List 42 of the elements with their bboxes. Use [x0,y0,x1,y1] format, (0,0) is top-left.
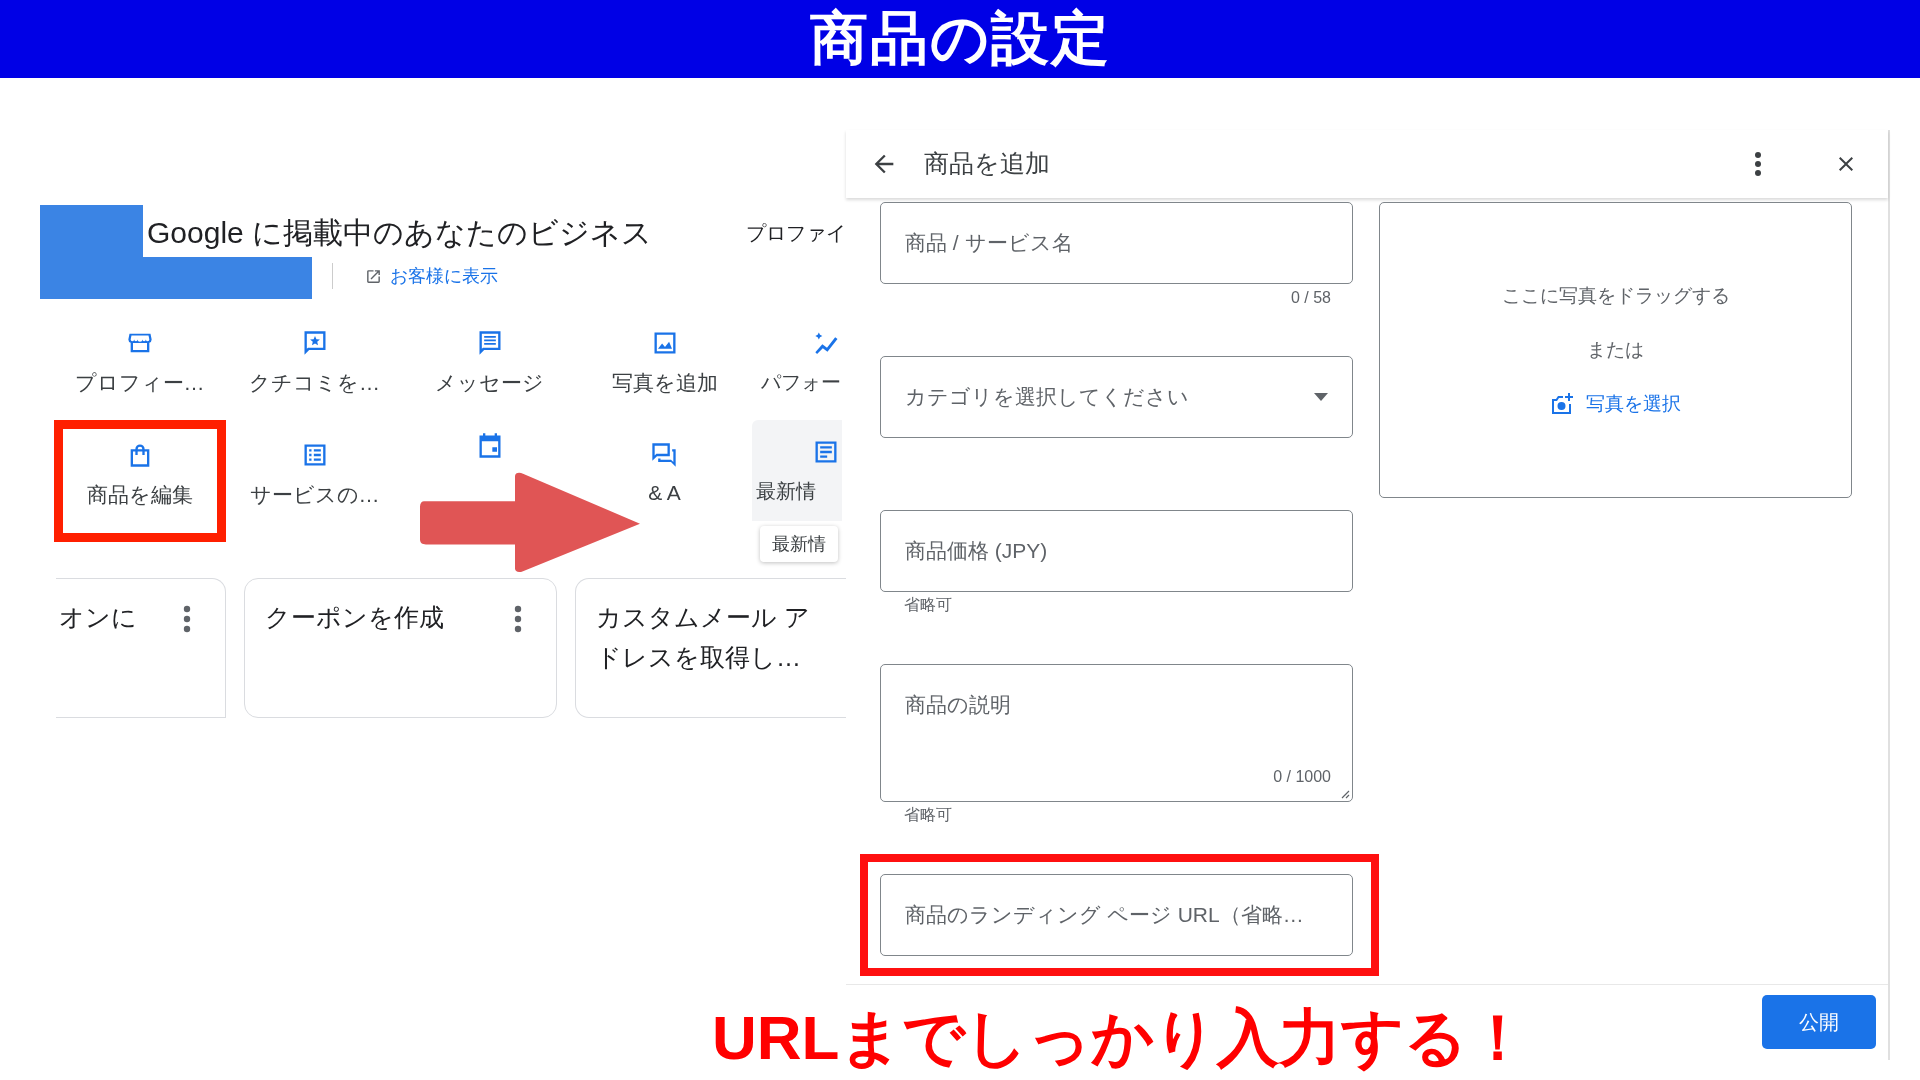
input-field[interactable]: 商品のランディング ページ URL（省略… [880,873,1353,956]
dialog-title: 商品を追加 [924,148,1050,180]
action-button[interactable]: & A [625,420,704,530]
card-title: オンに [59,602,137,633]
more-icon[interactable] [1754,150,1762,177]
add-photo-icon [1550,392,1574,415]
helper-text: 省略可 [904,805,952,826]
or-text: または [1587,337,1644,362]
action-button[interactable]: パフォー [752,308,846,421]
suggestion-card[interactable]: クーポンを作成 [244,578,557,718]
action-button[interactable]: クチコミを… [226,308,403,422]
business-title: Google に掲載中のあなたのビジネス [147,214,653,251]
photo-drop-zone[interactable]: ここに写真をドラッグする または 写真を選択 [1379,201,1852,498]
more-icon[interactable] [514,605,522,633]
action-button[interactable]: 商品を編集 [53,420,226,542]
tooltip: 最新情 [760,526,838,562]
profile-tab[interactable]: プロファイ [746,219,846,247]
dropdown-caret-icon [1314,392,1328,401]
helper-text: 省略可 [904,595,952,616]
card-title: カスタムメール アドレスを取得し… [596,602,811,673]
drop-hint: ここに写真をドラッグする [1501,283,1730,308]
action-button[interactable]: プロフィー… [51,308,228,422]
character-counter: 0 / 1000 [1273,767,1331,786]
more-icon[interactable] [183,605,191,633]
view-as-customer-link[interactable]: お客様に表示 [365,264,498,288]
caption-text: URLまでしっかり入力する！ [712,1002,1530,1074]
publish-button[interactable]: 公開 [1762,995,1876,1050]
input-field[interactable]: 商品 / サービス名 [880,201,1353,284]
action-button[interactable]: メッセージ [412,308,567,422]
input-field[interactable]: 商品価格 (JPY) [880,509,1353,592]
action-button[interactable]: 写真を追加 [588,308,741,422]
resize-handle-icon[interactable] [1341,789,1350,799]
character-counter: 0 / 58 [1290,288,1331,307]
suggestion-card[interactable]: オンに [56,578,226,718]
chat-bubbles-icon [650,441,679,469]
external-link-icon [365,267,382,285]
select-photo-link[interactable]: 写真を選択 [1550,390,1681,417]
category-dropdown[interactable]: カテゴリを選択してください [880,355,1353,438]
banner-title: 商品の設定 [809,4,1111,72]
card-title: クーポンを作成 [265,602,444,633]
action-button[interactable]: 最新情 [752,420,842,521]
action-button[interactable]: サービスの… [226,420,403,534]
